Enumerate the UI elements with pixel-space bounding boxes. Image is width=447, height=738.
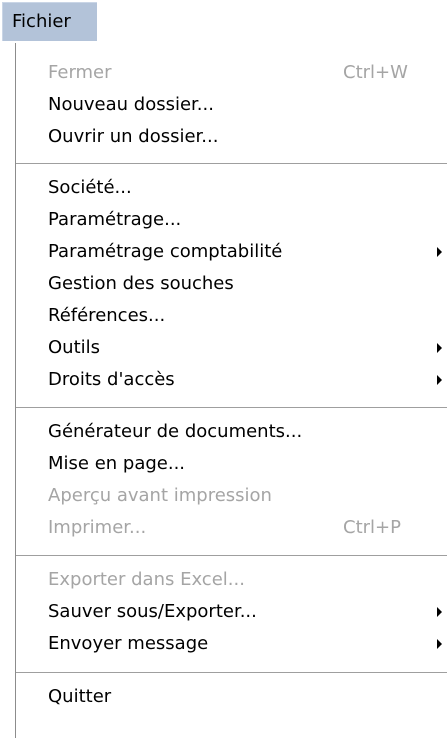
menu-item-label: Droits d'accès: [48, 369, 175, 390]
submenu-arrow-icon: [437, 607, 442, 617]
menu-item-mise-en-page[interactable]: Mise en page...: [15, 448, 445, 480]
menu-item-label: Envoyer message: [48, 633, 209, 654]
menu-item-label: Nouveau dossier...: [48, 94, 214, 115]
menu-separator: [16, 555, 447, 556]
submenu-arrow-icon: [437, 375, 442, 385]
menu-item-fermer: Fermer Ctrl+W: [15, 57, 445, 89]
submenu-arrow-icon: [437, 247, 442, 257]
menu-item-exporter-excel: Exporter dans Excel...: [15, 564, 445, 596]
menu-item-label: Références...: [48, 305, 166, 326]
menu-item-imprimer: Imprimer... Ctrl+P: [15, 512, 445, 544]
menu-item-label: Paramétrage...: [48, 209, 182, 230]
menu-item-label: Outils: [48, 337, 101, 358]
menu-item-envoyer-message[interactable]: Envoyer message: [15, 628, 445, 660]
menu-item-label: Gestion des souches: [48, 273, 234, 294]
menu-item-label: Société...: [48, 177, 132, 198]
submenu-arrow-icon: [437, 639, 442, 649]
menu-item-gestion-souches[interactable]: Gestion des souches: [15, 268, 445, 300]
menu-item-apercu-impression: Aperçu avant impression: [15, 480, 445, 512]
menu-item-parametrage-comptabilite[interactable]: Paramétrage comptabilité: [15, 236, 445, 268]
menu-separator: [16, 407, 447, 408]
menu-item-label: Sauver sous/Exporter...: [48, 601, 257, 622]
menu-item-references[interactable]: Références...: [15, 300, 445, 332]
menu-item-quitter[interactable]: Quitter: [15, 681, 445, 713]
menu-item-parametrage[interactable]: Paramétrage...: [15, 204, 445, 236]
menu-item-label: Ouvrir un dossier...: [48, 126, 219, 147]
menu-item-label: Aperçu avant impression: [48, 485, 272, 506]
shortcut-label: Ctrl+P: [343, 517, 401, 538]
menu-item-societe[interactable]: Société...: [15, 172, 445, 204]
menu-item-sauver-exporter[interactable]: Sauver sous/Exporter...: [15, 596, 445, 628]
menu-separator: [16, 672, 447, 673]
menu-item-droits-acces[interactable]: Droits d'accès: [15, 364, 445, 396]
menu-item-label: Imprimer...: [48, 517, 147, 538]
menu-fichier-label: Fichier: [12, 11, 71, 32]
menu-item-label: Mise en page...: [48, 453, 186, 474]
menu-item-label: Fermer: [48, 62, 112, 83]
shortcut-label: Ctrl+W: [343, 62, 408, 83]
menu-item-label: Exporter dans Excel...: [48, 569, 245, 590]
menu-item-label: Générateur de documents...: [48, 421, 303, 442]
menu-item-outils[interactable]: Outils: [15, 332, 445, 364]
menu-item-ouvrir-dossier[interactable]: Ouvrir un dossier...: [15, 121, 445, 153]
menu-separator: [16, 163, 447, 164]
menu-item-nouveau-dossier[interactable]: Nouveau dossier...: [15, 89, 445, 121]
submenu-arrow-icon: [437, 343, 442, 353]
menu-item-label: Paramétrage comptabilité: [48, 241, 283, 262]
menu-fichier-tab[interactable]: Fichier: [2, 2, 97, 41]
menu-item-label: Quitter: [48, 686, 112, 707]
menu-item-generateur-documents[interactable]: Générateur de documents...: [15, 416, 445, 448]
